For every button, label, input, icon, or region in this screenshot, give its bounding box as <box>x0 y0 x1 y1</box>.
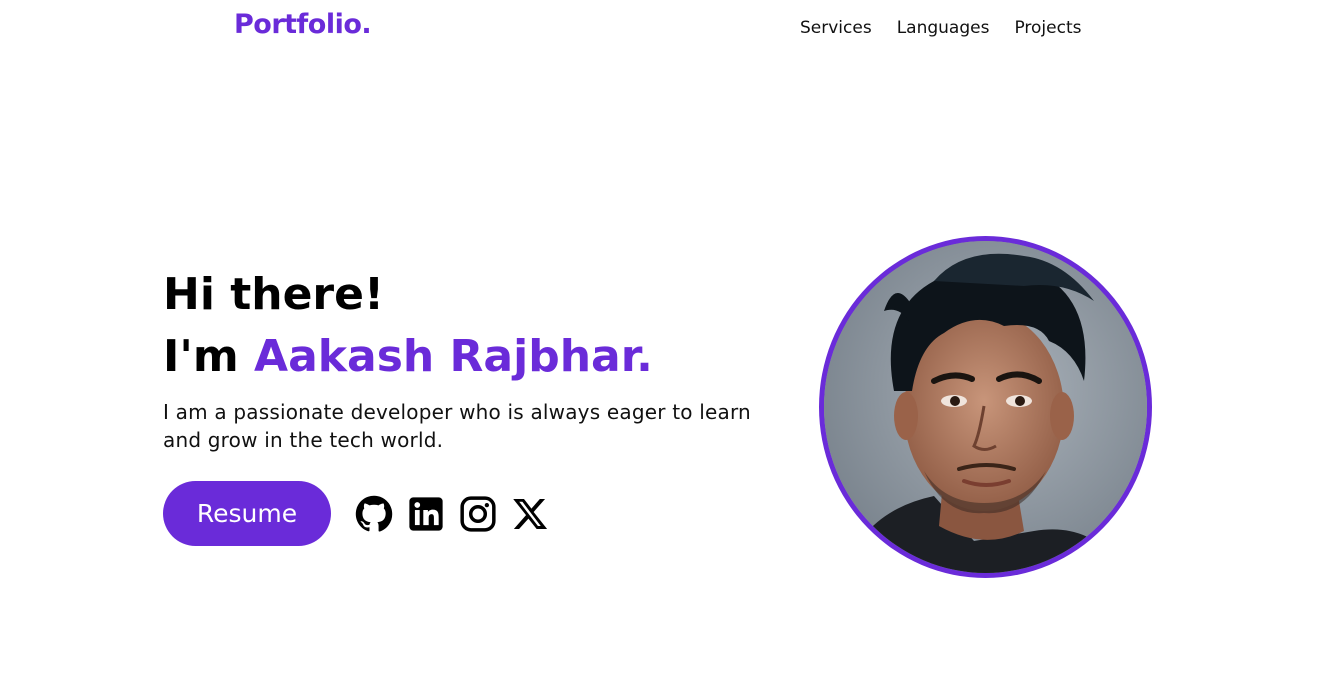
github-icon[interactable] <box>355 495 393 533</box>
hero-section: Hi there! I'm Aakash Rajbhar. I am a pas… <box>163 264 763 454</box>
intro-prefix: I'm <box>163 331 255 382</box>
navbar: Portfolio. Services Languages Projects <box>0 0 1343 58</box>
profile-photo <box>819 236 1152 578</box>
logo[interactable]: Portfolio. <box>234 9 372 40</box>
nav-link-services[interactable]: Services <box>800 18 872 38</box>
profile-photo-illustration <box>824 241 1147 573</box>
nav-links: Services Languages Projects <box>800 18 1081 38</box>
linkedin-icon[interactable] <box>407 495 445 533</box>
nav-link-languages[interactable]: Languages <box>897 18 990 38</box>
hero-name: Aakash Rajbhar. <box>254 331 653 382</box>
social-links <box>355 495 549 533</box>
greeting-heading: Hi there! <box>163 269 385 320</box>
hero-actions: Resume <box>163 481 549 546</box>
resume-button[interactable]: Resume <box>163 481 331 546</box>
instagram-icon[interactable] <box>459 495 497 533</box>
x-icon[interactable] <box>511 495 549 533</box>
hero-tagline: I am a passionate developer who is alway… <box>163 400 751 452</box>
intro-heading: I'm Aakash Rajbhar. <box>163 326 763 388</box>
nav-link-projects[interactable]: Projects <box>1014 18 1081 38</box>
